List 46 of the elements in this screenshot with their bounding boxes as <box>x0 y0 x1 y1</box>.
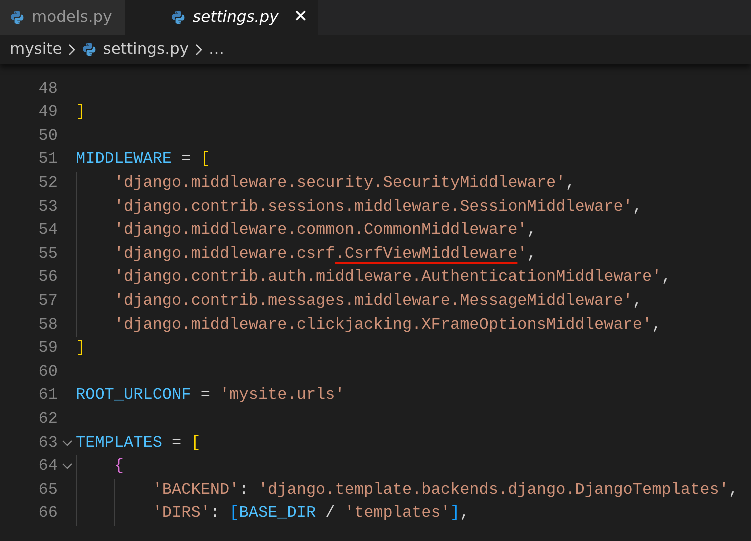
code-line: 'django.contrib.messages.middleware.MessageMiddleware', <box>76 290 642 314</box>
line-number: 61 <box>38 385 58 406</box>
line-number: 56 <box>38 267 58 288</box>
code-line: 'django.middleware.security.SecurityMiddleware', <box>76 172 576 196</box>
python-file-icon <box>10 10 25 25</box>
code-line: 'django.contrib.sessions.middleware.SessionMiddleware', <box>76 196 642 220</box>
code-line: { <box>76 455 124 479</box>
line-number: 48 <box>38 78 58 100</box>
line-number: 54 <box>38 220 58 242</box>
line-number: 60 <box>38 362 58 383</box>
code-line: 'django.middleware.csrf.CsrfViewMiddleware', <box>76 242 537 266</box>
chevron-right-icon <box>68 44 76 56</box>
editor-tab[interactable]: settings.py ✕ <box>125 0 318 35</box>
line-number: 49 <box>38 102 58 124</box>
code-line: 'django.contrib.auth.middleware.AuthenticationMiddleware', <box>76 266 672 290</box>
code-line: TEMPLATES = [ <box>76 432 201 454</box>
code-line: ] <box>76 338 86 360</box>
editor-tab[interactable]: models.py <box>0 0 125 35</box>
line-number: 51 <box>38 149 58 170</box>
close-icon[interactable]: ✕ <box>294 9 308 26</box>
chevron-right-icon <box>195 44 204 56</box>
breadcrumb-more[interactable]: … <box>209 38 225 62</box>
line-number: 65 <box>38 480 58 501</box>
code-line: 'django.middleware.common.CommonMiddleware', <box>76 219 537 243</box>
code-line: 'BACKEND': 'django.template.backends.django.DjangoTemplates', <box>76 478 739 502</box>
code-line: MIDDLEWARE = [ <box>76 149 210 170</box>
code-line: ROOT_URLCONF = 'mysite.urls' <box>76 385 345 406</box>
line-number: 63 <box>38 432 58 454</box>
line-number: 53 <box>38 196 58 218</box>
line-number: 55 <box>38 244 58 265</box>
code-line: ] <box>76 102 86 124</box>
breadcrumb-item[interactable]: mysite <box>10 38 62 62</box>
line-number: 52 <box>38 172 58 194</box>
code-line: 'django.middleware.clickjacking.XFrameOptionsMiddleware', <box>76 314 662 338</box>
line-number: 50 <box>38 126 58 147</box>
line-number: 64 <box>38 456 58 478</box>
code-line: 'DIRS': [BASE_DIR / 'templates'], <box>76 502 470 526</box>
python-file-icon <box>171 10 186 25</box>
fold-chevron-icon[interactable] <box>62 440 72 447</box>
line-number: 58 <box>38 314 58 336</box>
line-number: 57 <box>38 290 58 312</box>
fold-chevron-icon[interactable] <box>62 463 72 470</box>
line-number: 66 <box>38 503 58 524</box>
line-number: 62 <box>38 408 58 430</box>
breadcrumb-item[interactable]: settings.py <box>103 38 190 62</box>
line-number: 59 <box>38 338 58 360</box>
